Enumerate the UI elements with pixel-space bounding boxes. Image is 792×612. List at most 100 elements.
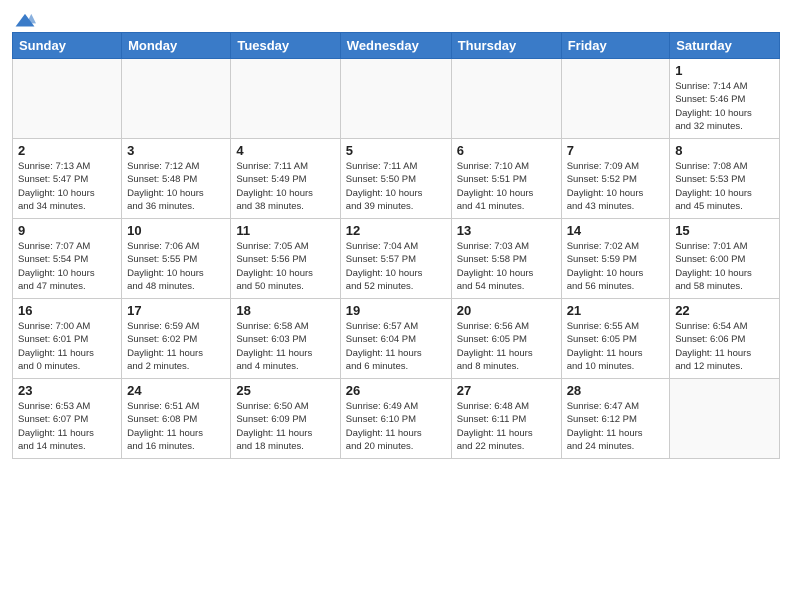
day-number: 18 (236, 303, 334, 318)
day-number: 23 (18, 383, 116, 398)
day-cell: 8 Sunrise: 7:08 AM Sunset: 5:53 PM Daylig… (670, 139, 780, 219)
day-cell (13, 59, 122, 139)
day-number: 8 (675, 143, 774, 158)
day-cell: 10Sunrise: 7:06 AM Sunset: 5:55 PM Dayli… (122, 219, 231, 299)
weekday-tuesday: Tuesday (231, 33, 340, 59)
day-cell: 23 Sunrise: 6:53 AM Sunset: 6:07 PM Dayli… (13, 379, 122, 459)
day-number: 7 (567, 143, 665, 158)
week-row-4: 23 Sunrise: 6:53 AM Sunset: 6:07 PM Dayli… (13, 379, 780, 459)
day-cell: 16 Sunrise: 7:00 AM Sunset: 6:01 PM Dayli… (13, 299, 122, 379)
day-cell: 12 Sunrise: 7:04 AM Sunset: 5:57 PM Dayli… (340, 219, 451, 299)
day-info: Sunrise: 6:58 AM Sunset: 6:03 PM Dayligh… (236, 320, 334, 373)
day-info: Sunrise: 7:09 AM Sunset: 5:52 PM Dayligh… (567, 160, 665, 213)
weekday-saturday: Saturday (670, 33, 780, 59)
day-info: Sunrise: 7:07 AM Sunset: 5:54 PM Dayligh… (18, 240, 116, 293)
day-info: Sunrise: 6:55 AM Sunset: 6:05 PM Dayligh… (567, 320, 665, 373)
day-info: Sunrise: 7:11 AM Sunset: 5:50 PM Dayligh… (346, 160, 446, 213)
weekday-sunday: Sunday (13, 33, 122, 59)
day-cell: 26 Sunrise: 6:49 AM Sunset: 6:10 PM Dayli… (340, 379, 451, 459)
day-number: 4 (236, 143, 334, 158)
day-cell: 5 Sunrise: 7:11 AM Sunset: 5:50 PM Daylig… (340, 139, 451, 219)
day-info: Sunrise: 7:12 AM Sunset: 5:48 PM Dayligh… (127, 160, 225, 213)
calendar-table: SundayMondayTuesdayWednesdayThursdayFrid… (12, 32, 780, 459)
day-info: Sunrise: 6:57 AM Sunset: 6:04 PM Dayligh… (346, 320, 446, 373)
weekday-friday: Friday (561, 33, 670, 59)
day-info: Sunrise: 7:13 AM Sunset: 5:47 PM Dayligh… (18, 160, 116, 213)
day-cell: 18 Sunrise: 6:58 AM Sunset: 6:03 PM Dayli… (231, 299, 340, 379)
day-info: Sunrise: 6:59 AM Sunset: 6:02 PM Dayligh… (127, 320, 225, 373)
day-cell: 24 Sunrise: 6:51 AM Sunset: 6:08 PM Dayli… (122, 379, 231, 459)
weekday-monday: Monday (122, 33, 231, 59)
day-number: 1 (675, 63, 774, 78)
day-number: 12 (346, 223, 446, 238)
day-number: 14 (567, 223, 665, 238)
week-row-1: 2 Sunrise: 7:13 AM Sunset: 5:47 PM Daylig… (13, 139, 780, 219)
day-number: 2 (18, 143, 116, 158)
day-cell: 13 Sunrise: 7:03 AM Sunset: 5:58 PM Dayli… (451, 219, 561, 299)
day-info: Sunrise: 6:51 AM Sunset: 6:08 PM Dayligh… (127, 400, 225, 453)
day-info: Sunrise: 6:50 AM Sunset: 6:09 PM Dayligh… (236, 400, 334, 453)
day-number: 6 (457, 143, 556, 158)
day-info: Sunrise: 6:48 AM Sunset: 6:11 PM Dayligh… (457, 400, 556, 453)
day-cell: 9Sunrise: 7:07 AM Sunset: 5:54 PM Daylig… (13, 219, 122, 299)
day-number: 3 (127, 143, 225, 158)
day-cell (122, 59, 231, 139)
day-info: Sunrise: 7:04 AM Sunset: 5:57 PM Dayligh… (346, 240, 446, 293)
day-number: 21 (567, 303, 665, 318)
day-number: 17 (127, 303, 225, 318)
day-number: 16 (18, 303, 116, 318)
day-cell: 15 Sunrise: 7:01 AM Sunset: 6:00 PM Dayli… (670, 219, 780, 299)
day-cell (670, 379, 780, 459)
day-cell (451, 59, 561, 139)
day-info: Sunrise: 7:10 AM Sunset: 5:51 PM Dayligh… (457, 160, 556, 213)
day-cell: 25 Sunrise: 6:50 AM Sunset: 6:09 PM Dayli… (231, 379, 340, 459)
weekday-header-row: SundayMondayTuesdayWednesdayThursdayFrid… (13, 33, 780, 59)
day-info: Sunrise: 7:11 AM Sunset: 5:49 PM Dayligh… (236, 160, 334, 213)
weekday-wednesday: Wednesday (340, 33, 451, 59)
day-number: 25 (236, 383, 334, 398)
day-info: Sunrise: 6:47 AM Sunset: 6:12 PM Dayligh… (567, 400, 665, 453)
day-info: Sunrise: 7:14 AM Sunset: 5:46 PM Dayligh… (675, 80, 774, 133)
week-row-3: 16 Sunrise: 7:00 AM Sunset: 6:01 PM Dayli… (13, 299, 780, 379)
day-number: 5 (346, 143, 446, 158)
day-cell: 1 Sunrise: 7:14 AM Sunset: 5:46 PM Daylig… (670, 59, 780, 139)
day-info: Sunrise: 7:02 AM Sunset: 5:59 PM Dayligh… (567, 240, 665, 293)
day-cell: 17 Sunrise: 6:59 AM Sunset: 6:02 PM Dayli… (122, 299, 231, 379)
day-cell (561, 59, 670, 139)
calendar-wrapper: SundayMondayTuesdayWednesdayThursdayFrid… (0, 0, 792, 469)
day-info: Sunrise: 7:01 AM Sunset: 6:00 PM Dayligh… (675, 240, 774, 293)
day-info: Sunrise: 7:03 AM Sunset: 5:58 PM Dayligh… (457, 240, 556, 293)
week-row-2: 9Sunrise: 7:07 AM Sunset: 5:54 PM Daylig… (13, 219, 780, 299)
day-cell: 19 Sunrise: 6:57 AM Sunset: 6:04 PM Dayli… (340, 299, 451, 379)
day-number: 13 (457, 223, 556, 238)
day-cell (340, 59, 451, 139)
day-number: 26 (346, 383, 446, 398)
weekday-thursday: Thursday (451, 33, 561, 59)
day-info: Sunrise: 7:08 AM Sunset: 5:53 PM Dayligh… (675, 160, 774, 213)
day-info: Sunrise: 6:53 AM Sunset: 6:07 PM Dayligh… (18, 400, 116, 453)
day-cell: 28 Sunrise: 6:47 AM Sunset: 6:12 PM Dayli… (561, 379, 670, 459)
week-row-0: 1 Sunrise: 7:14 AM Sunset: 5:46 PM Daylig… (13, 59, 780, 139)
day-number: 28 (567, 383, 665, 398)
day-cell: 21 Sunrise: 6:55 AM Sunset: 6:05 PM Dayli… (561, 299, 670, 379)
day-number: 19 (346, 303, 446, 318)
day-cell: 27Sunrise: 6:48 AM Sunset: 6:11 PM Dayli… (451, 379, 561, 459)
day-cell (231, 59, 340, 139)
day-cell: 4 Sunrise: 7:11 AM Sunset: 5:49 PM Daylig… (231, 139, 340, 219)
day-number: 22 (675, 303, 774, 318)
day-cell: 6 Sunrise: 7:10 AM Sunset: 5:51 PM Daylig… (451, 139, 561, 219)
day-cell: 3 Sunrise: 7:12 AM Sunset: 5:48 PM Daylig… (122, 139, 231, 219)
day-cell: 20Sunrise: 6:56 AM Sunset: 6:05 PM Dayli… (451, 299, 561, 379)
day-cell: 7 Sunrise: 7:09 AM Sunset: 5:52 PM Daylig… (561, 139, 670, 219)
day-number: 11 (236, 223, 334, 238)
day-cell: 14 Sunrise: 7:02 AM Sunset: 5:59 PM Dayli… (561, 219, 670, 299)
day-info: Sunrise: 7:05 AM Sunset: 5:56 PM Dayligh… (236, 240, 334, 293)
header (12, 10, 780, 28)
day-cell: 22Sunrise: 6:54 AM Sunset: 6:06 PM Dayli… (670, 299, 780, 379)
day-info: Sunrise: 6:49 AM Sunset: 6:10 PM Dayligh… (346, 400, 446, 453)
day-number: 24 (127, 383, 225, 398)
day-number: 15 (675, 223, 774, 238)
day-info: Sunrise: 7:06 AM Sunset: 5:55 PM Dayligh… (127, 240, 225, 293)
day-info: Sunrise: 6:56 AM Sunset: 6:05 PM Dayligh… (457, 320, 556, 373)
day-info: Sunrise: 7:00 AM Sunset: 6:01 PM Dayligh… (18, 320, 116, 373)
